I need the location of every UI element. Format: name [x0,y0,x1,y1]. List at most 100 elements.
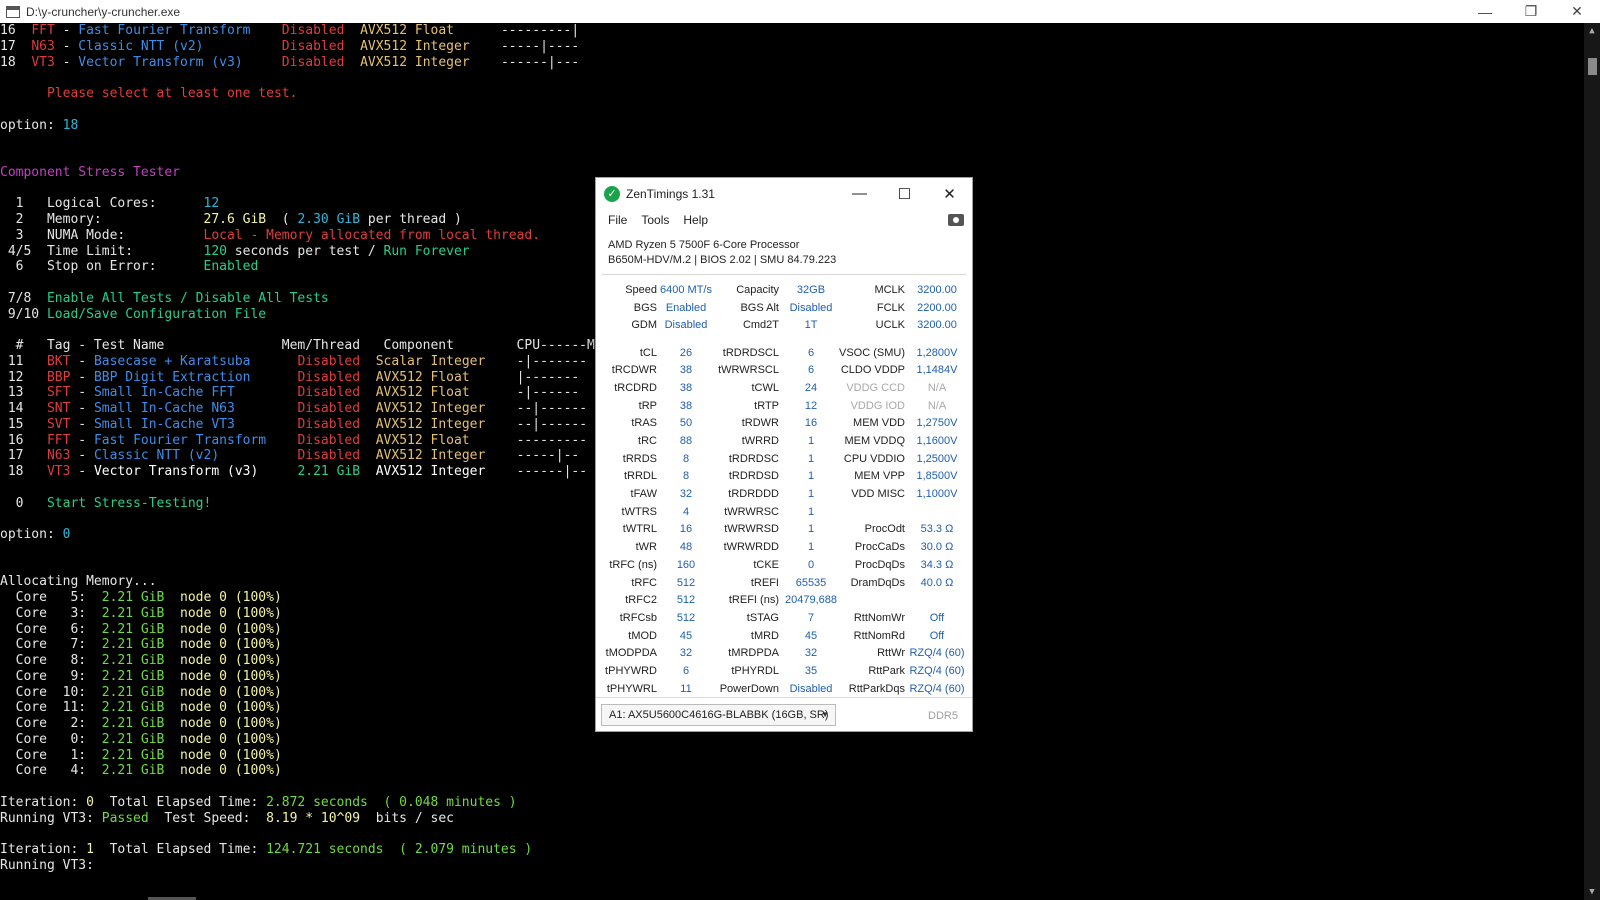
timing-value: Disabled [789,301,833,314]
console-text: AVX512 Integer [375,464,486,479]
timing-value: 1 [807,452,815,465]
timing-value: 38 [679,381,693,394]
timing-value: 65535 [795,576,827,589]
timing-label: tWTRL [622,523,657,536]
console-text: FFT [46,432,71,448]
restore-button[interactable]: ❐ [1508,0,1554,23]
zt-maximize-button[interactable]: ☐ [882,178,927,209]
timing-label: VSOC (SMU) [839,346,905,359]
console-text: Fast Fourier Transform [93,432,267,448]
console-text: Core 0: [0,731,102,747]
timing-row: tRCDWR 38 tWRWRSCL 6 CLDO VDDP 1,1484V [596,364,974,382]
console-text: Core 6: [0,621,102,637]
timing-value: 12 [804,399,818,412]
console-text: N63 [46,448,71,464]
console-text: Allocating Memory... [0,574,157,590]
console-text: Core 5: [0,590,102,605]
timing-label: VDDG CCD [846,381,905,394]
console-titlebar: D:\y-cruncher\y-cruncher.exe — ❐ ✕ [0,0,1600,23]
timing-value: 16 [804,417,818,430]
timing-value: 1,2800V [916,346,958,359]
board-info: B650M-HDV/M.2 | BIOS 2.02 | SMU 84.79.22… [608,254,837,266]
console-text: 120 [203,243,227,259]
timing-value: 1 [807,488,815,501]
window-title: D:\y-cruncher\y-cruncher.exe [26,4,181,19]
console-text: Vector Transform (v3) [93,464,259,479]
minimize-button[interactable]: — [1462,0,1508,23]
zt-close-button[interactable]: ✕ [927,178,972,209]
timing-value: 2200.00 [917,301,957,314]
console-text: 12 [0,369,47,385]
console-text: Disabled [281,54,345,70]
timing-value: 30.0 Ω [920,541,954,554]
system-info: AMD Ryzen 5 7500F 6-Core Processor B650M… [596,231,972,268]
console-text: 15 [0,416,47,432]
console-text: Disabled [297,353,361,369]
timing-value: 32 [679,488,693,501]
zentimings-window[interactable]: ✓ ZenTimings 1.31 — ☐ ✕ File Tools Help … [595,177,973,732]
console-text: - [54,54,79,70]
console-text: AVX512 Integer [375,401,486,416]
console-text: node 0 (100%) [164,747,282,763]
console-text: 27.6 GiB [203,212,267,227]
timing-label: MEM VDDQ [844,435,906,447]
dimm-select[interactable]: A1: AX5U5600C4616G-BLABBK (16GB, SR) ▼ [601,704,836,726]
console-text: AVX512 Float [360,23,454,38]
console-text: -----|-- [485,448,580,464]
timing-value: Off [929,611,945,624]
chevron-down-icon[interactable]: ▼ [821,705,829,725]
timing-value: 1,1600V [916,435,958,447]
menu-file[interactable]: File [608,213,627,227]
timing-label: tPHYRDL [731,664,779,677]
console-text: Core 11: [0,700,102,716]
console-text: Core 10: [0,684,102,700]
timing-value: 3200.00 [917,284,957,296]
timing-value: 32 [679,647,693,660]
console-text: AVX512 Integer [360,38,470,54]
console-text: Core 4: [0,763,102,779]
scrollbar-thumb[interactable] [1588,58,1597,75]
console-text: SFT [46,385,71,401]
memory-type-label: DDR5 [928,710,958,722]
console-line: 17 N63 - Classic NTT (v2) Disabled AVX51… [0,39,1584,55]
zt-minimize-button[interactable]: — [837,178,882,209]
timing-label: tMODPDA [605,647,657,660]
timing-value: Enabled [665,301,707,314]
timing-row: tMOD 45 tMRD 45 RttNomRd Off [596,630,974,648]
timing-row: tRRDL 8 tRDRDSD 1 MEM VPP 1,8500V [596,470,974,488]
timing-value: 1 [807,541,815,554]
timing-value: N/A [927,381,947,394]
timing-label: tRDRDSC [728,452,779,465]
menu-help[interactable]: Help [683,213,708,227]
console-text: AVX512 Float [375,369,470,385]
screenshot-camera-icon[interactable] [948,214,964,226]
scroll-up-arrow-icon[interactable]: ▲ [1584,23,1600,39]
console-text: -|------ [469,385,580,401]
timing-label: tRCDWR [611,364,657,377]
timing-value: 32GB [796,284,826,296]
console-text: Scalar Integer [375,353,486,369]
timing-value: 160 [676,558,696,571]
timing-value: 53.3 Ω [920,523,954,536]
timing-label: tRC [638,435,657,447]
console-text: VT3 [46,464,71,479]
vertical-scrollbar[interactable]: ▲ ▼ [1584,23,1600,900]
console-text: 2.21 GiB [101,763,165,779]
scroll-down-arrow-icon[interactable]: ▼ [1584,884,1600,900]
console-text: 124.721 seconds [266,842,384,857]
timing-value: Disabled [664,319,708,332]
console-text: ( [383,842,415,857]
close-button[interactable]: ✕ [1554,0,1600,23]
console-text: node 0 (100%) [164,590,282,605]
menu-tools[interactable]: Tools [641,213,669,227]
console-text: 13 [0,385,47,401]
timing-value: RZQ/4 (60) [909,664,965,677]
timing-value: 1,1000V [916,488,958,501]
timing-label: tRDRDSCL [722,346,779,359]
